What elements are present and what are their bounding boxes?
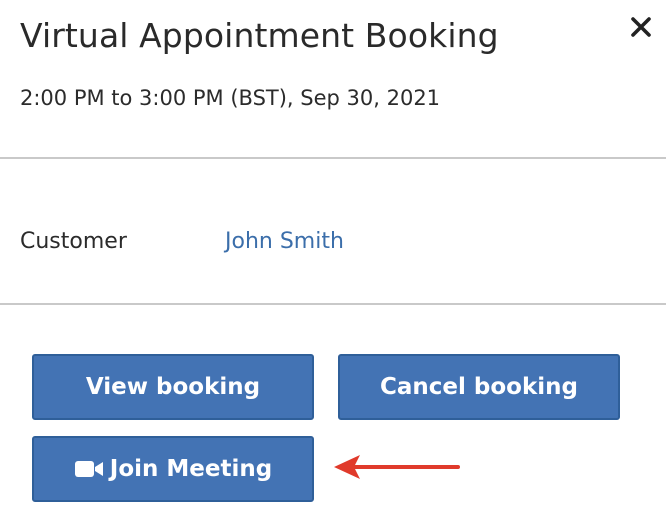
close-icon — [631, 17, 651, 37]
view-booking-label: View booking — [85, 374, 261, 400]
cancel-booking-label: Cancel booking — [380, 374, 578, 400]
customer-name-link[interactable]: John Smith — [225, 229, 344, 254]
dialog-title: Virtual Appointment Booking — [20, 16, 499, 55]
join-meeting-button[interactable]: Join Meeting — [32, 436, 314, 502]
join-meeting-label: Join Meeting — [109, 456, 273, 482]
video-camera-icon — [74, 459, 104, 479]
appointment-time: 2:00 PM to 3:00 PM (BST), Sep 30, 2021 — [20, 86, 441, 110]
cancel-booking-button[interactable]: Cancel booking — [338, 354, 620, 420]
close-button[interactable] — [626, 12, 656, 42]
divider — [0, 157, 666, 159]
divider — [0, 303, 666, 305]
booking-dialog: Virtual Appointment Booking 2:00 PM to 3… — [0, 0, 666, 528]
view-booking-button[interactable]: View booking — [32, 354, 314, 420]
customer-label: Customer — [20, 229, 127, 254]
arrow-left-icon — [334, 455, 460, 479]
